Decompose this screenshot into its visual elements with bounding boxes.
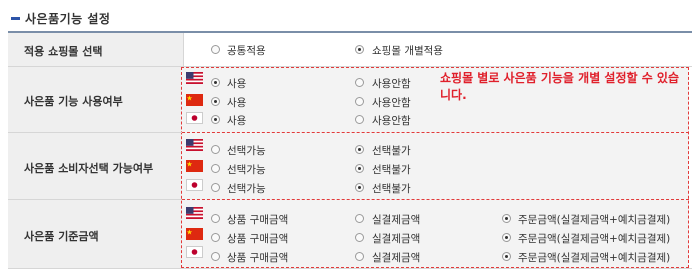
option-label: 주문금액(실결제금액+예치금결제) xyxy=(518,252,671,264)
option-label: 선택불가 xyxy=(372,183,411,195)
jp-flag-icon xyxy=(186,112,203,124)
row-label-base-amount: 사은품 기준금액 xyxy=(24,230,99,243)
option-label: 쇼핑몰 개별적용 xyxy=(372,45,443,57)
option-label: 사용안함 xyxy=(372,115,411,127)
option-label: 선택불가 xyxy=(372,164,411,176)
radio-amount-jp-order[interactable] xyxy=(502,252,511,261)
option-label: 실결제금액 xyxy=(372,214,421,226)
us-flag-icon xyxy=(186,207,203,219)
per-mall-note: 쇼핑몰 별로 사은품 기능을 개별 설정할 수 있습니다. xyxy=(440,71,680,102)
option-label: 사용 xyxy=(227,97,247,109)
row-divider xyxy=(8,132,183,133)
radio-amount-us-paid[interactable] xyxy=(355,214,364,223)
radio-choice-us-allow[interactable] xyxy=(211,145,220,154)
option-label: 사용안함 xyxy=(372,97,411,109)
option-label: 공통적용 xyxy=(227,45,266,57)
option-label: 주문금액(실결제금액+예치금결제) xyxy=(518,233,671,245)
table-bottom-border xyxy=(8,268,692,269)
radio-choice-cn-deny[interactable] xyxy=(355,164,364,173)
radio-use-cn-on[interactable] xyxy=(211,97,220,106)
radio-choice-cn-allow[interactable] xyxy=(211,164,220,173)
radio-amount-us-product[interactable] xyxy=(211,214,220,223)
radio-use-jp-on[interactable] xyxy=(211,115,220,124)
option-label: 선택불가 xyxy=(372,145,411,157)
option-label: 사용 xyxy=(227,115,247,127)
row-divider xyxy=(8,199,183,200)
option-label: 선택가능 xyxy=(227,145,266,157)
option-label: 상품 구매금액 xyxy=(227,252,289,264)
option-label: 선택가능 xyxy=(227,183,266,195)
radio-amount-jp-paid[interactable] xyxy=(355,252,364,261)
option-label: 선택가능 xyxy=(227,164,266,176)
row-label-consumer-choice: 사은품 소비자선택 가능여부 xyxy=(24,162,154,175)
radio-choice-jp-deny[interactable] xyxy=(355,183,364,192)
radio-amount-cn-product[interactable] xyxy=(211,233,220,242)
radio-common-apply[interactable] xyxy=(211,45,220,54)
radio-use-jp-off[interactable] xyxy=(355,115,364,124)
radio-per-mall-apply[interactable] xyxy=(355,45,364,54)
cn-flag-icon xyxy=(186,160,203,172)
radio-use-cn-off[interactable] xyxy=(355,97,364,106)
radio-amount-cn-order[interactable] xyxy=(502,233,511,242)
radio-choice-jp-allow[interactable] xyxy=(211,183,220,192)
radio-amount-us-order[interactable] xyxy=(502,214,511,223)
us-flag-icon xyxy=(186,139,203,151)
row-divider xyxy=(8,66,692,67)
row-divider xyxy=(182,132,689,133)
us-flag-icon xyxy=(186,72,203,84)
section-header: 사은품기능 설정 xyxy=(11,9,110,27)
option-label: 실결제금액 xyxy=(372,252,421,264)
row-divider xyxy=(182,199,689,200)
option-label: 상품 구매금액 xyxy=(227,233,289,245)
title-marker xyxy=(11,16,20,20)
cn-flag-icon xyxy=(186,94,203,106)
radio-choice-us-deny[interactable] xyxy=(355,145,364,154)
radio-use-us-off[interactable] xyxy=(355,78,364,87)
radio-amount-jp-product[interactable] xyxy=(211,252,220,261)
option-label: 주문금액(실결제금액+예치금결제) xyxy=(518,214,671,226)
jp-flag-icon xyxy=(186,179,203,191)
cn-flag-icon xyxy=(186,228,203,240)
option-label: 사용안함 xyxy=(372,78,411,90)
page-title: 사은품기능 설정 xyxy=(25,11,111,26)
row-label-mall-select: 적용 쇼핑몰 선택 xyxy=(24,45,103,58)
radio-use-us-on[interactable] xyxy=(211,78,220,87)
option-label: 상품 구매금액 xyxy=(227,214,289,226)
option-label: 사용 xyxy=(227,78,247,90)
row-label-use: 사은품 기능 사용여부 xyxy=(24,95,123,108)
option-label: 실결제금액 xyxy=(372,233,421,245)
radio-amount-cn-paid[interactable] xyxy=(355,233,364,242)
jp-flag-icon xyxy=(186,246,203,258)
